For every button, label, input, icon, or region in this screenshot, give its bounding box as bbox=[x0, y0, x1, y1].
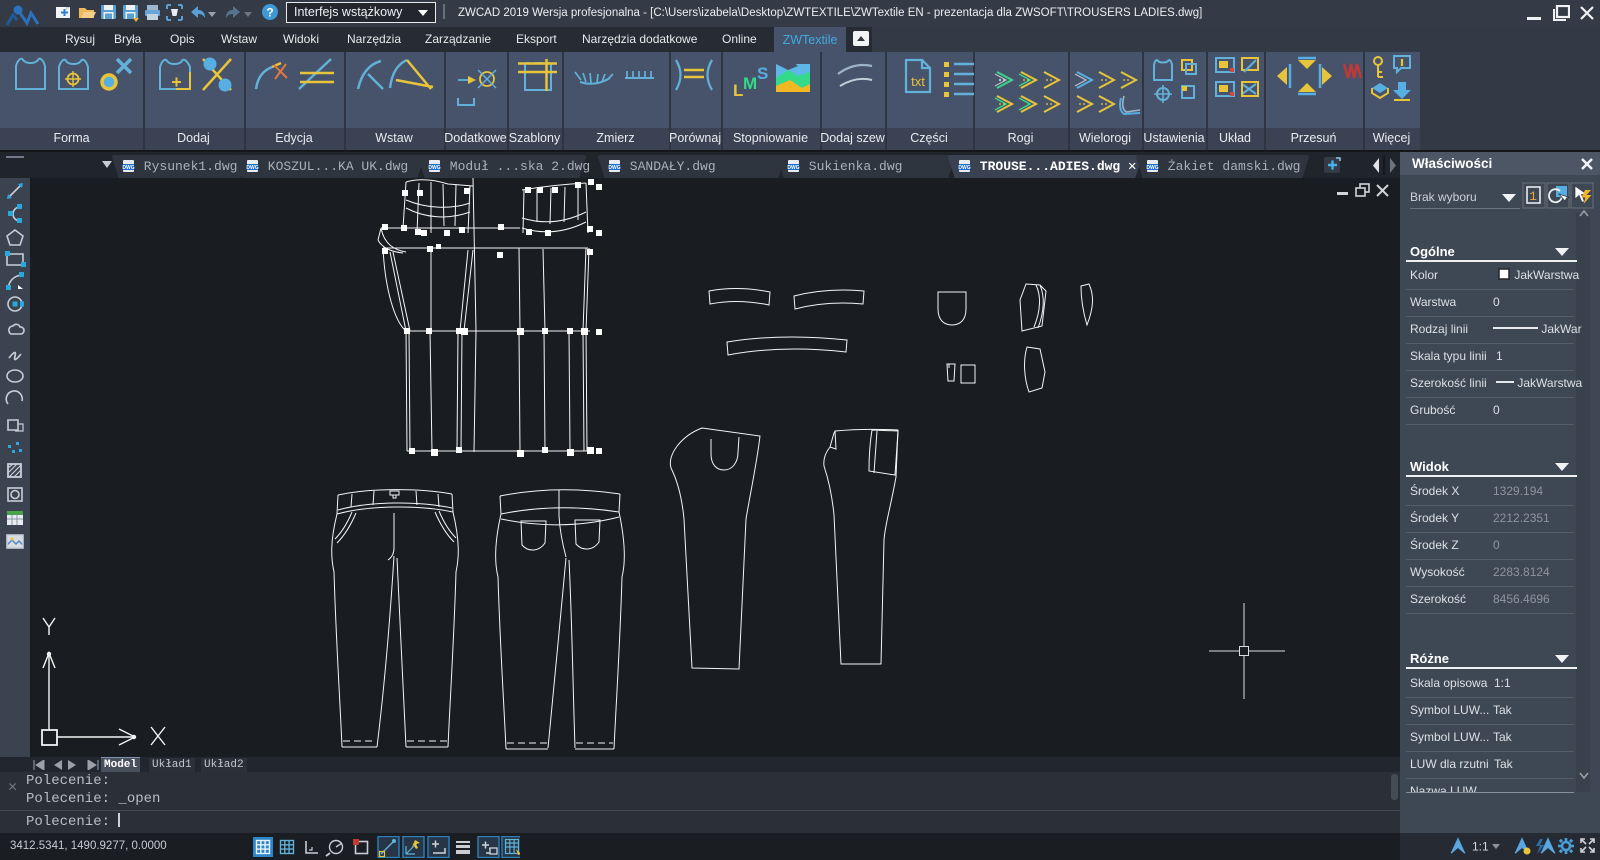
svg-text:DWG: DWG bbox=[787, 165, 799, 171]
svg-text:DWG: DWG bbox=[246, 165, 258, 171]
svg-text:DWG: DWG bbox=[122, 165, 134, 171]
svg-text:?: ? bbox=[266, 6, 273, 20]
svg-text:M: M bbox=[743, 74, 757, 93]
svg-text:DWG: DWG bbox=[428, 165, 440, 171]
svg-text:L: L bbox=[733, 81, 743, 100]
svg-text:DWG: DWG bbox=[958, 165, 970, 171]
svg-text:1: 1 bbox=[1529, 189, 1537, 204]
svg-text:1:1: 1:1 bbox=[1472, 840, 1489, 854]
svg-text:DWG: DWG bbox=[608, 165, 620, 171]
svg-text:txt: txt bbox=[911, 74, 925, 89]
svg-text:S: S bbox=[757, 64, 768, 83]
svg-text:DWG: DWG bbox=[1146, 165, 1158, 171]
